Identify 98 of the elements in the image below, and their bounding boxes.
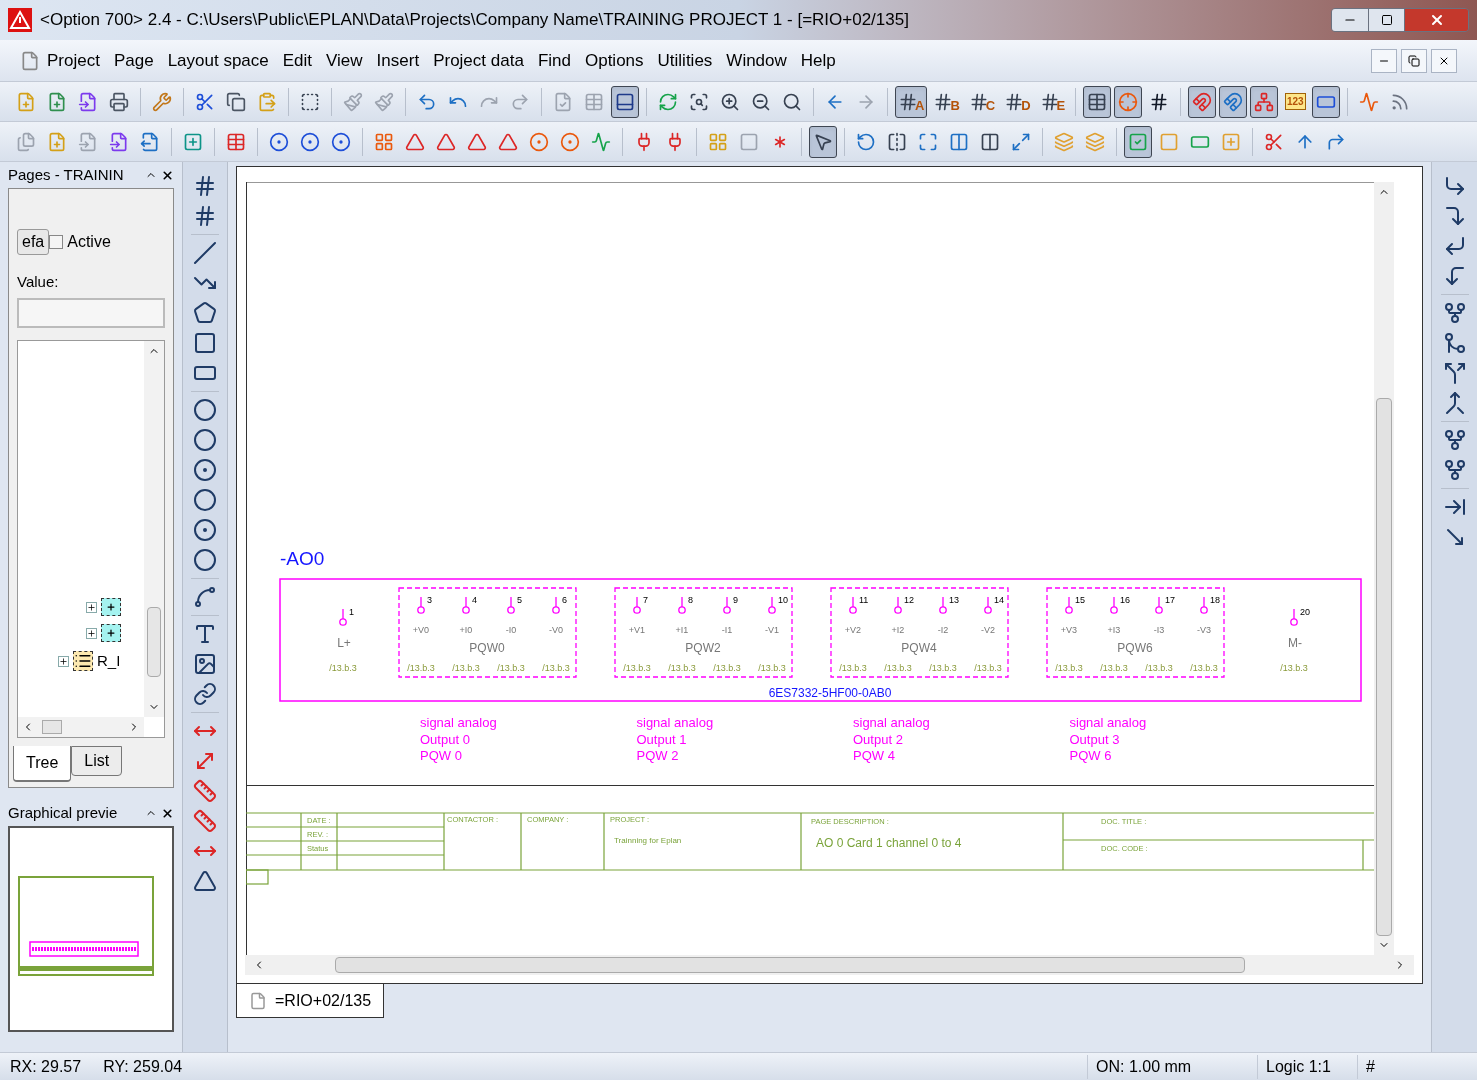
terminal-number: 18 bbox=[1210, 595, 1220, 605]
menu-item[interactable]: Options bbox=[577, 47, 651, 74]
device-tag: -AO0 bbox=[280, 548, 325, 569]
cross-reference: /13.b.3 bbox=[1100, 663, 1128, 673]
menu-item[interactable]: Utilities bbox=[650, 47, 720, 74]
pin-label: +V2 bbox=[844, 625, 862, 635]
window-title: <Option 700> 2.4 - C:\Users\Public\EPLAN\Data\Projects\Company Name\TRAINING PROJECT 1 - [=RIO+02/135] bbox=[40, 9, 909, 32]
terminal-number: 15 bbox=[1075, 595, 1085, 605]
terminal-number: 10 bbox=[778, 595, 788, 605]
menu-item[interactable]: Insert bbox=[369, 47, 427, 74]
channel-name: PQW6 bbox=[1117, 641, 1153, 655]
cross-reference: /13.b.3 bbox=[452, 663, 480, 673]
panel-title: Graphical previe bbox=[8, 802, 118, 823]
channel-name: PQW2 bbox=[685, 641, 721, 655]
cross-reference: /13.b.3 bbox=[1055, 663, 1083, 673]
cross-reference: /13.b.3 bbox=[713, 663, 741, 673]
terminal-number: 8 bbox=[688, 595, 693, 605]
menu-item[interactable]: Help bbox=[793, 47, 843, 74]
menu-item[interactable]: Page bbox=[106, 47, 161, 74]
terminal-number: 17 bbox=[1165, 595, 1175, 605]
pin-label: +I2 bbox=[891, 625, 905, 635]
project-name: Trainning for Eplan bbox=[614, 836, 682, 845]
terminal-number: 12 bbox=[904, 595, 914, 605]
toolbar-button[interactable]: E bbox=[1036, 85, 1069, 118]
toolbar-button[interactable]: 123 bbox=[1281, 85, 1310, 118]
menu-item[interactable]: Window bbox=[719, 47, 794, 74]
pin-label: -I3 bbox=[1153, 625, 1165, 635]
terminal-number: 13 bbox=[949, 595, 959, 605]
cross-reference: /13.b.3 bbox=[407, 663, 435, 673]
pin-label: -V1 bbox=[765, 625, 779, 635]
cross-reference: /13.b.3 bbox=[542, 663, 570, 673]
terminal-number: 14 bbox=[994, 595, 1004, 605]
cross-reference: /13.b.3 bbox=[974, 663, 1002, 673]
channel-note: signal analog Output 2 PQW 4 bbox=[853, 715, 930, 763]
pin-label: -I1 bbox=[721, 625, 733, 635]
pin-label: +V1 bbox=[628, 625, 646, 635]
pin-label: +I1 bbox=[675, 625, 689, 635]
tab[interactable]: Tree bbox=[13, 745, 72, 782]
toolbar-button[interactable]: D bbox=[1001, 85, 1034, 118]
terminal-number: 20 bbox=[1300, 607, 1310, 617]
menu-item[interactable]: Edit bbox=[275, 47, 320, 74]
menu-item[interactable]: Project data bbox=[426, 47, 531, 74]
terminal-number: 4 bbox=[472, 595, 477, 605]
tab[interactable]: List bbox=[71, 745, 123, 776]
status-text: RX: 29.57 bbox=[10, 1056, 82, 1077]
cross-reference: /13.b.3 bbox=[1145, 663, 1173, 673]
cross-reference: /13.b.3 bbox=[839, 663, 867, 673]
filter-button[interactable]: efa bbox=[17, 229, 50, 255]
menu-item[interactable]: Layout space bbox=[160, 47, 276, 74]
channel-name: PQW4 bbox=[901, 641, 937, 655]
cross-reference: /13.b.3 bbox=[1280, 663, 1308, 673]
terminal-number: 6 bbox=[562, 595, 567, 605]
toolbar-button[interactable]: C bbox=[965, 85, 999, 118]
terminal-label: M- bbox=[1288, 636, 1302, 650]
menu-item[interactable]: Find bbox=[530, 47, 578, 74]
page-description: AO 0 Card 1 channel 0 to 4 bbox=[816, 836, 962, 850]
pin-label: +I0 bbox=[459, 625, 473, 635]
channel-note: signal analog Output 3 PQW 6 bbox=[1069, 715, 1147, 763]
cross-reference: /13.b.3 bbox=[668, 663, 696, 673]
channel-note: signal analog Output 0 PQW 0 bbox=[420, 715, 497, 763]
cross-reference: /13.b.3 bbox=[497, 663, 525, 673]
cross-reference: /13.b.3 bbox=[758, 663, 786, 673]
pin-label: -I0 bbox=[505, 625, 517, 635]
terminal-number: 3 bbox=[427, 595, 432, 605]
pin-label: -V0 bbox=[549, 625, 563, 635]
terminal-number: 5 bbox=[517, 595, 522, 605]
cross-reference: /13.b.3 bbox=[1190, 663, 1218, 673]
cross-reference: /13.b.3 bbox=[623, 663, 651, 673]
checkbox-label: Active bbox=[67, 232, 111, 252]
part-number: 6ES7332-5HF00-0AB0 bbox=[768, 686, 892, 700]
status-text: ON: 1.00 mm bbox=[1087, 1054, 1257, 1079]
pin-label: -I2 bbox=[937, 625, 949, 635]
channel-name: PQW0 bbox=[469, 641, 505, 655]
menu-item[interactable]: Project bbox=[40, 47, 107, 74]
channel-note: signal analog Output 1 PQW 2 bbox=[636, 715, 714, 763]
cross-reference: /13.b.3 bbox=[929, 663, 957, 673]
pin-label: +I3 bbox=[1107, 625, 1121, 635]
cross-reference: /13.b.3 bbox=[884, 663, 912, 673]
terminal-number: 9 bbox=[733, 595, 738, 605]
page-tab[interactable]: =RIO+02/135 bbox=[236, 984, 385, 1018]
terminal-number: 7 bbox=[643, 595, 648, 605]
value-label: Value: bbox=[17, 272, 60, 292]
pin-label: +V0 bbox=[412, 625, 430, 635]
pin-label: -V3 bbox=[1197, 625, 1211, 635]
terminal-number: 1 bbox=[349, 607, 354, 617]
terminal-label: L+ bbox=[337, 636, 351, 650]
pin-label: +V3 bbox=[1060, 625, 1078, 635]
status-text: Logic 1:1 bbox=[1257, 1054, 1357, 1079]
tree-item[interactable]: R_I bbox=[97, 650, 121, 673]
terminal-number: 16 bbox=[1120, 595, 1130, 605]
status-text: RY: 259.04 bbox=[103, 1056, 183, 1077]
menu-item[interactable]: View bbox=[319, 47, 370, 74]
pin-label: -V2 bbox=[981, 625, 995, 635]
toolbar-button[interactable]: B bbox=[930, 85, 963, 118]
terminal-number: 11 bbox=[859, 595, 869, 605]
panel-title: Pages - TRAININ bbox=[8, 164, 124, 185]
cross-reference: /13.b.3 bbox=[329, 663, 357, 673]
status-text: # bbox=[1357, 1054, 1477, 1079]
